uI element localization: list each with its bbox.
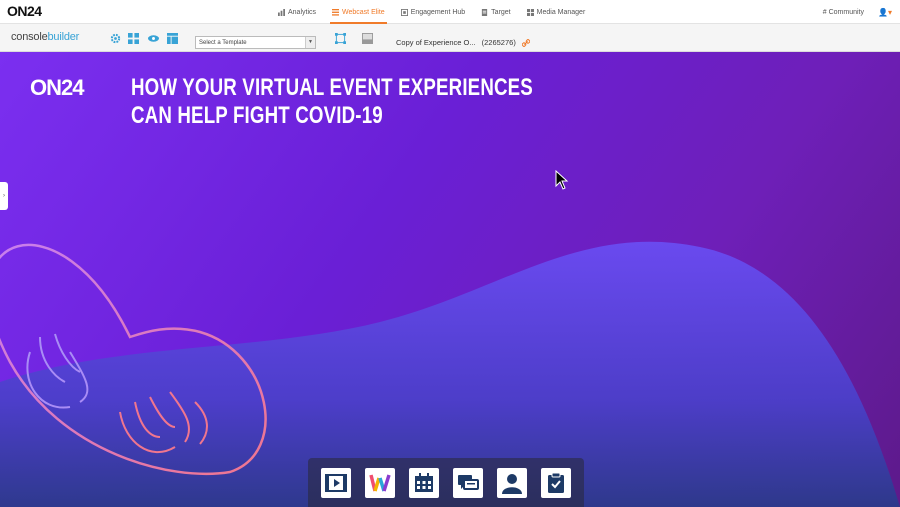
gear-icon[interactable] [110, 33, 121, 44]
dock-media-player-button[interactable] [321, 467, 351, 498]
nav-webcast-elite[interactable]: Webcast Elite [324, 0, 393, 24]
event-headline: HOW YOUR VIRTUAL EVENT EXPERIENCES CAN H… [131, 74, 533, 130]
template-select[interactable]: Select a Template ▼ [195, 36, 316, 49]
community-label: Community [828, 8, 865, 16]
dock-speaker-bio-button[interactable] [497, 467, 527, 498]
experience-name: Copy of Experience O... [396, 38, 476, 47]
nav-target[interactable]: Target [473, 0, 518, 24]
engagement-dock [308, 458, 584, 507]
console-builder-logo: consolebuilder [11, 31, 80, 43]
nav-analytics-label: Analytics [288, 8, 317, 16]
event-console-canvas: ON24 HOW YOUR VIRTUAL EVENT EXPERIENCES … [0, 52, 900, 507]
builder-toolbar: consolebuilder Select a Template ▼ Copy … [0, 24, 900, 52]
template-icon[interactable] [167, 33, 178, 44]
grid-icon [526, 8, 534, 16]
nav-media-manager-label: Media Manager [536, 8, 586, 16]
community-link[interactable]: # Community [823, 9, 864, 16]
dock-wordly-button[interactable] [365, 467, 395, 498]
nav-engagement-hub[interactable]: Engagement Hub [393, 0, 473, 24]
hub-icon [400, 8, 408, 16]
right-nav: # Community 👤▾ [823, 0, 892, 24]
chevron-down-icon: ▼ [305, 37, 315, 48]
nav-media-manager[interactable]: Media Manager [519, 0, 594, 24]
video-icon [325, 473, 347, 492]
nav-target-label: Target [491, 8, 511, 16]
dock-survey-button[interactable] [541, 467, 571, 498]
calendar-icon [415, 472, 433, 492]
resize-frame-icon[interactable] [335, 33, 346, 44]
event-brand-logo: ON24 [30, 75, 84, 100]
dock-calendar-button[interactable] [409, 467, 439, 498]
link-icon[interactable] [521, 39, 531, 47]
main-nav: Analytics Webcast Elite Engagement Hub T… [270, 0, 593, 24]
nav-webcast-elite-label: Webcast Elite [342, 8, 385, 16]
panel-icon[interactable] [362, 33, 373, 44]
user-caret: ▾ [887, 7, 892, 17]
w-logo-icon [369, 473, 391, 492]
headline-line-1: HOW YOUR VIRTUAL EVENT EXPERIENCES [131, 74, 533, 101]
headline-line-2: CAN HELP FIGHT COVID-19 [131, 102, 383, 129]
document-icon [482, 8, 488, 16]
user-icon: 👤 [878, 7, 888, 17]
clipboard-icon [548, 472, 564, 493]
person-icon [502, 473, 522, 494]
template-select-value: Select a Template [199, 40, 247, 46]
experience-title: Copy of Experience O... (2265276) [396, 38, 531, 47]
list-icon [332, 8, 340, 16]
side-panel-toggle[interactable]: › [0, 182, 8, 210]
top-nav: ON24 Analytics Webcast Elite Engagement … [0, 0, 900, 24]
hash-icon: # [822, 8, 827, 16]
chat-icon [458, 474, 479, 490]
preview-eye-icon[interactable] [148, 33, 159, 44]
user-menu[interactable]: 👤▾ [878, 8, 892, 17]
mouse-cursor-icon [555, 170, 569, 190]
experience-id: (2265276) [481, 38, 516, 47]
on24-logo[interactable]: ON24 [7, 3, 42, 19]
bar-chart-icon [278, 8, 285, 16]
layout-icon[interactable] [128, 33, 139, 44]
nav-analytics[interactable]: Analytics [270, 0, 324, 24]
dock-chat-button[interactable] [453, 467, 483, 498]
nav-engagement-hub-label: Engagement Hub [410, 8, 466, 16]
